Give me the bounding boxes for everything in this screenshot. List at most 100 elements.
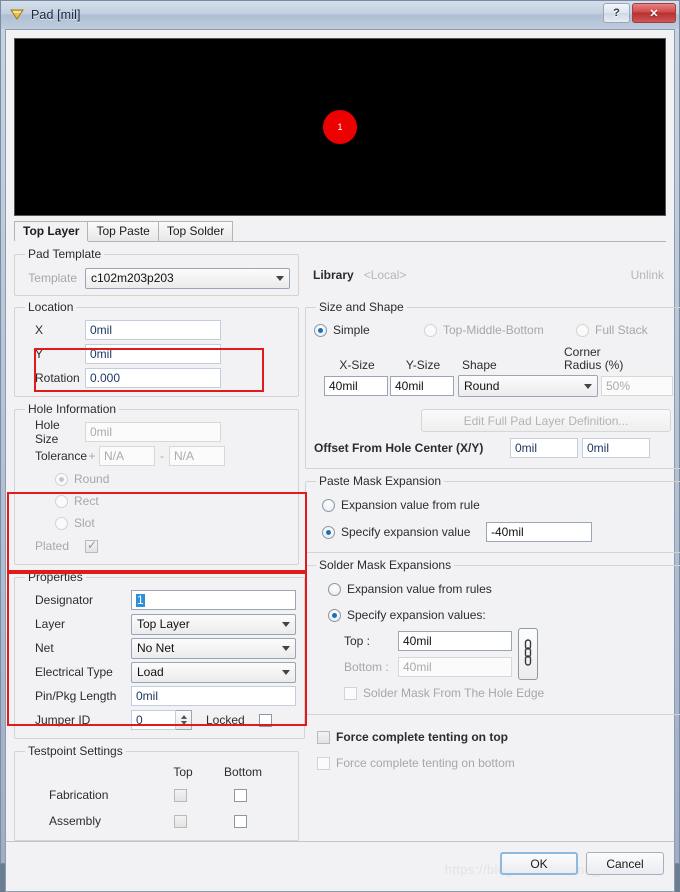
chevron-down-icon [282,646,290,651]
radio-indicator [322,498,335,512]
tolerance-plus-sign: + [88,449,96,463]
y-input[interactable] [85,344,221,364]
jumper-id-label: Jumper ID [35,713,91,727]
corner-radius-header: Corner Radius (%) [564,345,624,372]
corner-radius-input[interactable] [601,376,673,396]
location-legend: Location [28,300,74,314]
pad-template-legend: Pad Template [28,247,102,261]
hole-shape-rect-label: Rect [74,494,99,508]
plated-checkbox[interactable] [85,538,98,553]
jumper-id-input[interactable] [131,710,176,730]
solder-from-rules-radio[interactable]: Expansion value from rules [314,582,492,596]
designator-input[interactable] [131,590,296,610]
tolerance-minus-input[interactable] [169,446,225,466]
tab-top-layer[interactable]: Top Layer [14,221,89,241]
radio-indicator [322,525,335,539]
template-value: c102m203p203 [91,271,174,285]
assembly-bottom-checkbox[interactable] [233,814,247,828]
mode-full-stack-radio[interactable]: Full Stack [576,323,648,337]
size-shape-legend: Size and Shape [319,300,404,314]
x-input[interactable] [85,320,221,340]
size-and-shape-group: Size and Shape Simple Top-Middle-Bottom [305,300,680,469]
offset-y-input[interactable] [582,438,650,458]
link-top-bottom-button[interactable] [518,628,538,680]
offset-x-input[interactable] [510,438,578,458]
solder-specify-label: Specify expansion values: [347,608,486,622]
offset-row: Offset From Hole Center (X/Y) [314,432,673,460]
layer-value: Top Layer [137,617,190,631]
pad-icon [9,7,25,23]
hole-shape-slot-radio[interactable]: Slot [23,516,95,530]
checkbox-indicator [344,686,357,700]
fabrication-bottom-checkbox[interactable] [233,788,247,802]
pin-pkg-length-label: Pin/Pkg Length [35,689,117,703]
assembly-top-cell [153,814,213,828]
radio-indicator [424,323,437,337]
radio-indicator [55,494,68,508]
radio-indicator [55,516,68,530]
mode-simple-radio[interactable]: Simple [314,323,424,337]
paste-specify-input[interactable] [486,522,592,542]
title-bar: Pad [mil] ? ✕ [1,1,679,29]
tolerance-plus-input[interactable] [99,446,155,466]
library-value: <Local> [363,267,407,282]
radio-indicator [314,323,327,337]
force-tenting-bottom-label: Force complete tenting on bottom [336,756,515,770]
net-value: No Net [137,641,175,655]
solder-specify-radio[interactable]: Specify expansion values: [314,608,486,622]
electrical-type-value: Load [137,665,164,679]
tab-top-paste[interactable]: Top Paste [87,221,159,241]
locked-checkbox[interactable] [258,713,272,727]
solder-inputs: Top : Bottom : [344,628,512,680]
radio-indicator [55,472,68,486]
pin-pkg-length-input[interactable] [131,686,296,706]
paste-specify-radio[interactable]: Specify expansion value [314,525,486,539]
template-combo[interactable]: c102m203p203 [85,267,290,289]
electrical-type-combo[interactable]: Load [131,661,296,683]
rotation-input[interactable] [85,368,221,388]
designator-label: Designator [35,593,94,607]
testpoint-legend: Testpoint Settings [28,744,123,758]
net-combo[interactable]: No Net [131,637,296,659]
layer-combo[interactable]: Top Layer [131,613,296,635]
hole-shape-round-radio[interactable]: Round [23,472,109,486]
x-size-input[interactable] [324,376,388,396]
fabrication-top-checkbox[interactable] [173,788,187,802]
solder-top-input[interactable] [398,631,512,651]
testpoint-bottom-header: Bottom [223,765,262,779]
size-headers-row: X-Size Y-Size Shape Corner Radius (%) [314,342,673,373]
radio-indicator [328,582,341,596]
library-row: Library <Local> Unlink [305,247,666,296]
pad-template-group: Pad Template Template c102m203p203 [14,247,299,296]
plated-label: Plated [35,539,70,553]
edit-full-pad-layer-definition-button[interactable]: Edit Full Pad Layer Definition... [421,409,671,432]
y-size-input[interactable] [390,376,454,396]
tab-top-solder[interactable]: Top Solder [157,221,234,241]
mode-full-stack-label: Full Stack [595,323,648,337]
assembly-top-checkbox[interactable] [173,814,187,828]
force-tenting-top-checkbox[interactable]: Force complete tenting on top [317,730,508,744]
assembly-label: Assembly [49,814,102,828]
solder-mask-from-hole-edge-checkbox[interactable]: Solder Mask From The Hole Edge [344,686,544,700]
mode-top-middle-bottom-radio[interactable]: Top-Middle-Bottom [424,323,576,337]
paste-from-rule-radio[interactable]: Expansion value from rule [314,498,480,512]
close-button[interactable]: ✕ [632,3,676,23]
hole-size-input[interactable] [85,422,221,442]
y-size-header: Y-Size [405,358,441,372]
dialog-footer: https://blog.csdn.net/m0_38112603 OK Can… [6,841,674,891]
force-tenting-bottom-checkbox[interactable]: Force complete tenting on bottom [317,756,515,770]
testpoint-settings-group: Testpoint Settings Top Bottom Fabricatio… [14,744,299,841]
library-label: Library [313,267,354,282]
assembly-bottom-cell [213,814,273,828]
unlink-link[interactable]: Unlink [631,268,664,282]
help-button[interactable]: ? [603,3,630,23]
electrical-type-label: Electrical Type [35,665,113,679]
tenting-options: Force complete tenting on top Force comp… [305,720,680,776]
x-label: X [35,323,44,337]
jumper-id-spinner[interactable] [176,710,192,730]
location-group: Location X Y Rotation [14,300,299,397]
hole-shape-rect-radio[interactable]: Rect [23,494,99,508]
shape-combo[interactable]: Round [458,375,598,397]
edit-full-stack-row: Edit Full Pad Layer Definition... [314,397,673,432]
solder-bottom-input[interactable] [398,657,512,677]
